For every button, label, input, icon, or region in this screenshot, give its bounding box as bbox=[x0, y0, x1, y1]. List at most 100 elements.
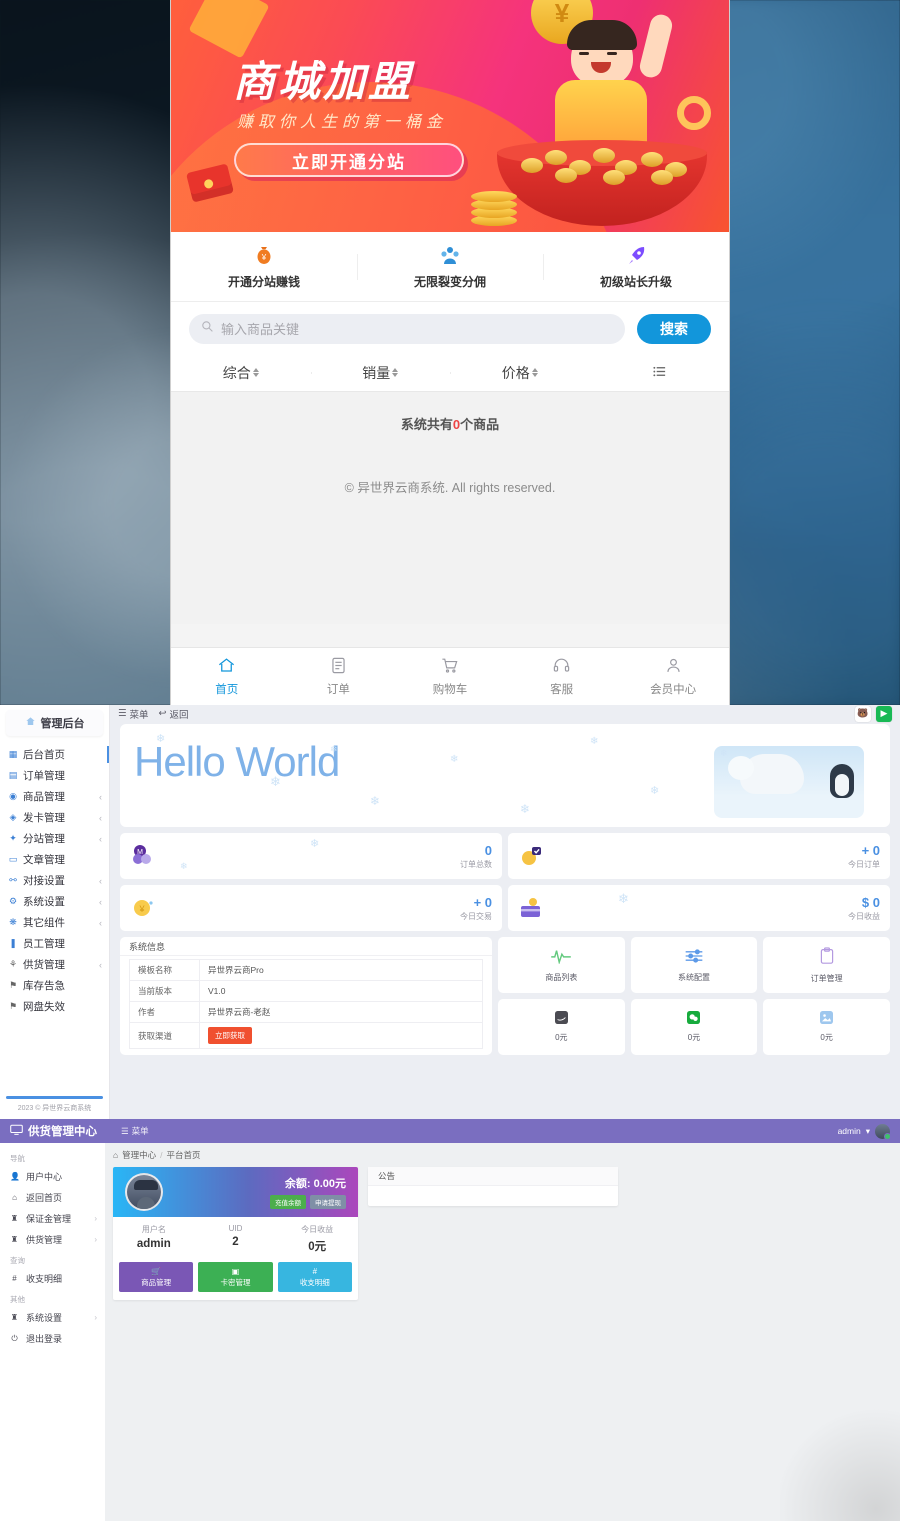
admin-menu-label: 对接设置 bbox=[23, 875, 65, 887]
bear-badge-icon[interactable]: 🐻 bbox=[855, 705, 871, 722]
sliders-icon bbox=[684, 948, 704, 968]
coin-stack-icon bbox=[471, 184, 517, 226]
stat-card-total-orders[interactable]: M 0 订单总数 ❄ ❄ bbox=[120, 833, 502, 879]
get-now-button[interactable]: 立即获取 bbox=[208, 1027, 252, 1044]
admin-back-button[interactable]: ↩ 返回 bbox=[159, 707, 189, 721]
sort-caret-icon bbox=[252, 368, 259, 377]
supplier-item-supply[interactable]: ♜ 供货管理 › bbox=[0, 1229, 105, 1250]
menu-bars-icon: ☰ bbox=[121, 1125, 129, 1136]
withdraw-button[interactable]: 申请提现 bbox=[310, 1195, 346, 1209]
tab-cart[interactable]: 购物车 bbox=[394, 648, 506, 705]
feature-item-upgrade[interactable]: 初级站长升级 bbox=[543, 244, 729, 290]
supplier-menu-button[interactable]: ☰ 菜单 bbox=[121, 1125, 149, 1137]
supplier-group-label: 查询 bbox=[10, 1256, 25, 1265]
admin-logo-icon bbox=[25, 716, 36, 730]
supplier-item-label: 用户中心 bbox=[26, 1172, 63, 1182]
tile-wechat-pay-amount[interactable]: 0元 bbox=[630, 999, 758, 1055]
tab-support[interactable]: 客服 bbox=[506, 648, 618, 705]
tile-other-pay-amount[interactable]: 0元 bbox=[763, 999, 890, 1055]
list-view-icon bbox=[652, 364, 667, 382]
promo-banner[interactable]: ¥ 商城加盟 赚取你人生的第一桶金 立即开通分站 bbox=[171, 0, 729, 232]
order-list-icon bbox=[329, 656, 348, 678]
monitor-icon bbox=[10, 1124, 23, 1139]
stat-card-today-transactions[interactable]: ¥ + 0 今日交易 bbox=[120, 885, 502, 931]
stat-card-today-orders[interactable]: + 0 今日订单 bbox=[508, 833, 890, 879]
search-button[interactable]: 搜索 bbox=[637, 314, 711, 344]
admin-menu-item-cloud-fail[interactable]: ⚑ 网盘失效 bbox=[0, 996, 109, 1017]
recharge-button[interactable]: 充值余额 bbox=[270, 1195, 306, 1209]
supplier-item-logout[interactable]: ⏻ 退出登录 bbox=[0, 1328, 105, 1349]
supplier-logo[interactable]: 供货管理中心 bbox=[10, 1123, 97, 1139]
avatar[interactable] bbox=[125, 1173, 163, 1211]
home-icon bbox=[217, 656, 236, 678]
action-transaction-details[interactable]: # 收支明细 bbox=[277, 1262, 352, 1292]
back-arrow-icon: ↩ bbox=[158, 708, 167, 719]
user-card-header: 余额: 0.00元 充值余额 申请提现 bbox=[113, 1167, 358, 1217]
admin-menu-item-settings[interactable]: ⚙ 系统设置 ‹ bbox=[0, 891, 109, 912]
supply-icon: ♜ bbox=[10, 1235, 19, 1244]
table-row: 当前版本 V1.0 bbox=[129, 980, 483, 1002]
stat-label: 用户名 bbox=[141, 1225, 166, 1234]
mobile-storefront-screenshot: ¥ 商城加盟 赚取你人生的第一桶金 立即开通分站 ¥ 开通分站赚钱 无限裂变分佣… bbox=[0, 0, 900, 705]
tile-alipay-amount[interactable]: 0元 bbox=[498, 999, 625, 1055]
system-info-table: 模板名称 异世界云商Pro 当前版本 V1.0 作者 异世界云商-老赵 获取渠道… bbox=[129, 959, 483, 1049]
pulse-icon bbox=[550, 948, 572, 968]
action-goods-management[interactable]: 🛒 商品管理 bbox=[119, 1262, 194, 1292]
search-icon bbox=[201, 320, 214, 338]
supplier-item-user-center[interactable]: 👤 用户中心 bbox=[0, 1166, 105, 1187]
admin-menu-item-integration[interactable]: ⚯ 对接设置 ‹ bbox=[0, 870, 109, 891]
stat-value: admin bbox=[136, 1238, 171, 1250]
tab-orders[interactable]: 订单 bbox=[283, 648, 395, 705]
tile-order-management[interactable]: 订单管理 bbox=[763, 937, 890, 993]
admin-menu-toggle[interactable]: ☰ 菜单 bbox=[118, 707, 149, 721]
admin-menu-item-stock-alert[interactable]: ⚑ 库存告急 bbox=[0, 975, 109, 996]
sort-tab-sales[interactable]: 销量 bbox=[310, 363, 451, 383]
stat-value: 0元 bbox=[308, 1241, 327, 1253]
sort-label: 综合 bbox=[222, 364, 251, 381]
admin-menu-item-dashboard[interactable]: ▦ 后台首页 bbox=[0, 744, 109, 765]
admin-menu-item-supply[interactable]: ⚘ 供货管理 ‹ bbox=[0, 954, 109, 975]
admin-menu-item-goods[interactable]: ◉ 商品管理 ‹ bbox=[0, 786, 109, 807]
breadcrumb-item-root[interactable]: 管理中心 bbox=[122, 1149, 156, 1161]
chevron-right-icon: › bbox=[94, 1235, 97, 1244]
search-input[interactable] bbox=[221, 321, 613, 337]
goods-count-prefix: 系统共有 bbox=[400, 417, 453, 432]
open-substation-button[interactable]: 立即开通分站 bbox=[234, 143, 464, 177]
search-box[interactable] bbox=[189, 314, 625, 344]
admin-menu-item-articles[interactable]: ▭ 文章管理 bbox=[0, 849, 109, 870]
sort-tab-price[interactable]: 价格 bbox=[450, 363, 590, 383]
view-toggle-button[interactable] bbox=[590, 364, 730, 382]
supplier-item-settings[interactable]: ♜ 系统设置 › bbox=[0, 1307, 105, 1328]
supplier-user-menu[interactable]: admin ▾ bbox=[838, 1123, 891, 1140]
supplier-item-home[interactable]: ⌂ 返回首页 bbox=[0, 1187, 105, 1208]
admin-menu-item-orders[interactable]: ▤ 订单管理 bbox=[0, 765, 109, 786]
gold-ring-decor bbox=[677, 96, 711, 130]
feature-item-commission[interactable]: 无限裂变分佣 bbox=[357, 244, 543, 290]
media-player-icon[interactable]: ▶ bbox=[876, 705, 892, 722]
admin-logo[interactable]: 管理后台 bbox=[6, 710, 103, 736]
lower-grid: 系统信息 模板名称 异世界云商Pro 当前版本 V1.0 作者 异世界云商-老赵 bbox=[120, 937, 890, 1055]
stat-card-today-income[interactable]: $ 0 今日收益 ❄ bbox=[508, 885, 890, 931]
hash-icon: # bbox=[312, 1266, 318, 1276]
supplier-item-transactions[interactable]: # 收支明细 bbox=[0, 1268, 105, 1289]
feature-label: 开通分站赚钱 bbox=[227, 274, 300, 289]
admin-menu-item-components[interactable]: ❋ 其它组件 ‹ bbox=[0, 912, 109, 933]
sort-caret-icon bbox=[531, 368, 538, 377]
tab-member-center[interactable]: 会员中心 bbox=[617, 648, 729, 705]
avatar[interactable] bbox=[875, 1123, 891, 1140]
feature-item-earn[interactable]: ¥ 开通分站赚钱 bbox=[171, 244, 357, 290]
svg-text:¥: ¥ bbox=[138, 904, 145, 914]
action-card-management[interactable]: ▣ 卡密管理 bbox=[198, 1262, 273, 1292]
supplier-item-deposit[interactable]: ♜ 保证金管理 › bbox=[0, 1208, 105, 1229]
sort-tab-comprehensive[interactable]: 综合 bbox=[171, 363, 311, 383]
tile-system-config[interactable]: 系统配置 bbox=[630, 937, 758, 993]
admin-menu-item-cards[interactable]: ◈ 发卡管理 ‹ bbox=[0, 807, 109, 828]
admin-menu-label: 商品管理 bbox=[23, 791, 65, 803]
system-info-key: 当前版本 bbox=[129, 980, 200, 1002]
sidebar-scrollbar[interactable] bbox=[6, 1096, 103, 1099]
admin-menu-item-staff[interactable]: ❚ 员工管理 bbox=[0, 933, 109, 954]
admin-menu-item-substation[interactable]: ✦ 分站管理 ‹ bbox=[0, 828, 109, 849]
tile-goods-list[interactable]: 商品列表 bbox=[498, 937, 625, 993]
tab-home[interactable]: 首页 bbox=[171, 648, 283, 705]
admin-sidebar: 管理后台 ▦ 后台首页 ▤ 订单管理 ◉ 商品管理 ‹ ◈ 发卡管理 ‹ ✦ 分站管理 ‹ ▭ 文… bbox=[0, 705, 110, 1119]
